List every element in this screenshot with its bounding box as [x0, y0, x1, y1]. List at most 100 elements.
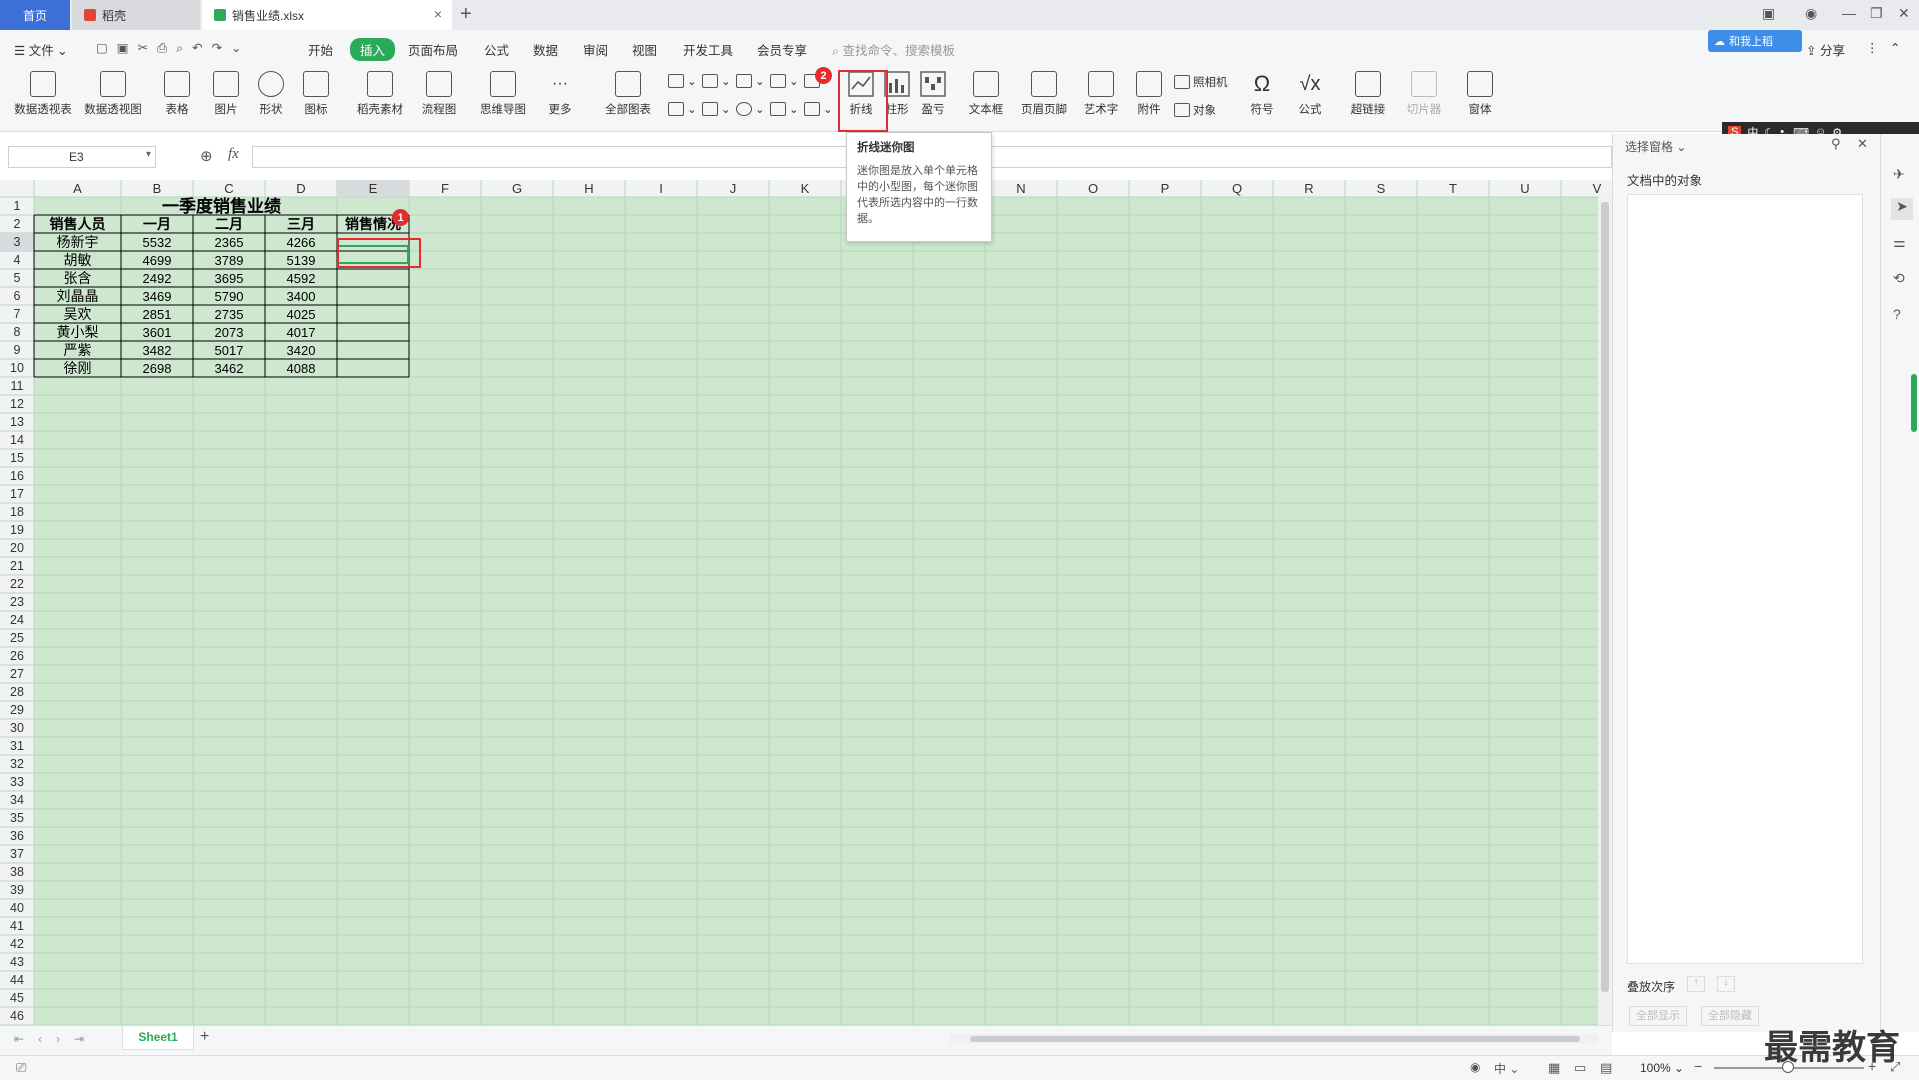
spreadsheet-grid[interactable]: ABCDEFGHIJKLMNOPQRSTUV 12345678910111213… — [0, 180, 1612, 1025]
column-header-E[interactable]: E — [369, 181, 378, 196]
eye-protection-icon[interactable]: ◉ — [1470, 1060, 1480, 1074]
file-menu[interactable]: ☰ 文件 ⌄ — [14, 40, 68, 59]
row-header-46[interactable]: 46 — [10, 1009, 24, 1023]
row-header-3[interactable]: 3 — [14, 235, 21, 249]
form-window-button[interactable]: 窗体 — [1458, 66, 1502, 117]
column-header-F[interactable]: F — [441, 181, 449, 196]
menu-start[interactable]: 开始 — [308, 40, 333, 59]
column-header-Q[interactable]: Q — [1232, 181, 1242, 196]
row-header-16[interactable]: 16 — [10, 469, 24, 483]
row-header-32[interactable]: 32 — [10, 757, 24, 771]
more-menu-icon[interactable]: ⋮ — [1866, 40, 1879, 55]
column-header-B[interactable]: B — [153, 181, 162, 196]
restore-icon[interactable]: ❐ — [1870, 5, 1883, 22]
row-header-8[interactable]: 8 — [14, 325, 21, 339]
sheet-tab-sheet1[interactable]: Sheet1 — [122, 1026, 194, 1050]
input-mode[interactable]: 中 ⌄ — [1494, 1060, 1519, 1077]
sales-value-cell[interactable]: 4088 — [287, 361, 316, 376]
area-chart-small[interactable]: ⌄ — [668, 102, 697, 116]
row-header-40[interactable]: 40 — [10, 901, 24, 915]
sales-value-cell[interactable]: 2735 — [215, 307, 244, 322]
menu-page-layout[interactable]: 页面布局 — [408, 40, 458, 59]
wordart-button[interactable]: 艺术字 — [1078, 66, 1124, 117]
selection-pane-title[interactable]: 选择窗格 ⌄ — [1625, 138, 1686, 155]
header-cell[interactable]: 一月 — [143, 217, 171, 233]
row-header-4[interactable]: 4 — [14, 253, 21, 267]
row-header-12[interactable]: 12 — [10, 397, 24, 411]
row-header-1[interactable]: 1 — [14, 199, 21, 213]
row-header-43[interactable]: 43 — [10, 955, 24, 969]
row-header-17[interactable]: 17 — [10, 487, 24, 501]
row-header-42[interactable]: 42 — [10, 937, 24, 951]
name-box[interactable]: E3 ▾ — [8, 146, 156, 168]
row-header-28[interactable]: 28 — [10, 685, 24, 699]
more-button[interactable]: ··· 更多 — [540, 66, 580, 117]
header-cell[interactable]: 二月 — [215, 217, 243, 233]
line-chart-small[interactable]: ⌄ — [736, 74, 765, 88]
menu-data[interactable]: 数据 — [533, 40, 558, 59]
column-header-V[interactable]: V — [1593, 181, 1602, 196]
send-backward-icon[interactable]: ↓ — [1717, 976, 1735, 992]
sales-value-cell[interactable]: 3695 — [215, 271, 244, 286]
sales-value-cell[interactable]: 3601 — [143, 325, 172, 340]
row-header-22[interactable]: 22 — [10, 577, 24, 591]
row-header-45[interactable]: 45 — [10, 991, 24, 1005]
column-header-P[interactable]: P — [1161, 181, 1170, 196]
backup-icon[interactable]: ⟲ — [1893, 270, 1905, 287]
column-header-U[interactable]: U — [1520, 181, 1529, 196]
header-cell[interactable]: 三月 — [287, 217, 315, 233]
sales-value-cell[interactable]: 4699 — [143, 253, 172, 268]
add-tab-button[interactable]: + — [460, 3, 472, 26]
picture-button[interactable]: 图片 — [206, 66, 246, 117]
row-header-19[interactable]: 19 — [10, 523, 24, 537]
flowchart-button[interactable]: 流程图 — [414, 66, 464, 117]
horizontal-scroll-thumb[interactable] — [970, 1036, 1580, 1042]
sales-value-cell[interactable]: 5532 — [143, 235, 172, 250]
pivot-table-button[interactable]: 数据透视表 — [10, 66, 76, 117]
tab-file[interactable]: 销售业绩.xlsx × — [202, 0, 452, 30]
column-header-A[interactable]: A — [73, 181, 82, 196]
docer-material-button[interactable]: 稻壳素材 — [354, 66, 406, 117]
row-header-24[interactable]: 24 — [10, 613, 24, 627]
all-charts-button[interactable]: 全部图表 — [598, 66, 658, 117]
shape-button[interactable]: 形状 — [250, 66, 292, 117]
pie-chart-small[interactable]: ⌄ — [736, 102, 765, 116]
sparkline-winloss-button[interactable]: 盈亏 — [918, 66, 948, 117]
table-button[interactable]: 表格 — [160, 66, 194, 117]
textbox-button[interactable]: 文本框 — [962, 66, 1010, 117]
row-header-2[interactable]: 2 — [14, 217, 21, 231]
row-header-34[interactable]: 34 — [10, 793, 24, 807]
salesperson-cell[interactable]: 刘晶晶 — [57, 289, 99, 305]
row-header-41[interactable]: 41 — [10, 919, 24, 933]
column-header-N[interactable]: N — [1016, 181, 1025, 196]
horizontal-scrollbar[interactable] — [950, 1034, 1598, 1044]
sales-value-cell[interactable]: 2492 — [143, 271, 172, 286]
column-header-T[interactable]: T — [1449, 181, 1457, 196]
salesperson-cell[interactable]: 胡敏 — [64, 253, 92, 269]
cloud-sync-button[interactable]: ☁ 和我上稻 — [1708, 30, 1802, 52]
row-header-21[interactable]: 21 — [10, 559, 24, 573]
quick-access-toolbar[interactable]: ▢▣✂⎙⌕↶↷⌄ — [96, 40, 251, 56]
row-header-25[interactable]: 25 — [10, 631, 24, 645]
help-icon[interactable]: ? — [1893, 306, 1901, 322]
column-header-C[interactable]: C — [224, 181, 233, 196]
name-box-dropdown-icon[interactable]: ▾ — [146, 149, 151, 160]
pin-icon[interactable]: ⚲ — [1831, 136, 1841, 152]
column-header-J[interactable]: J — [730, 181, 737, 196]
salesperson-cell[interactable]: 徐刚 — [64, 361, 92, 377]
minimize-icon[interactable]: — — [1842, 5, 1856, 21]
formula-button[interactable]: √x 公式 — [1290, 66, 1330, 117]
sales-value-cell[interactable]: 3400 — [287, 289, 316, 304]
zoom-level[interactable]: 100% ⌄ — [1640, 1061, 1684, 1075]
row-header-31[interactable]: 31 — [10, 739, 24, 753]
hyperlink-button[interactable]: 超链接 — [1346, 66, 1390, 117]
sheet-navigation-icons[interactable]: ⇤‹›⇥ — [14, 1032, 98, 1046]
row-header-11[interactable]: 11 — [11, 379, 24, 393]
row-header-14[interactable]: 14 — [10, 433, 24, 447]
macro-record-icon[interactable]: ⎚ — [16, 1060, 26, 1076]
camera-button[interactable]: 照相机 — [1174, 74, 1228, 90]
column-chart-small[interactable]: ⌄ — [668, 74, 697, 88]
sales-value-cell[interactable]: 3482 — [143, 343, 172, 358]
sales-value-cell[interactable]: 2365 — [215, 235, 244, 250]
sales-value-cell[interactable]: 2851 — [143, 307, 172, 322]
